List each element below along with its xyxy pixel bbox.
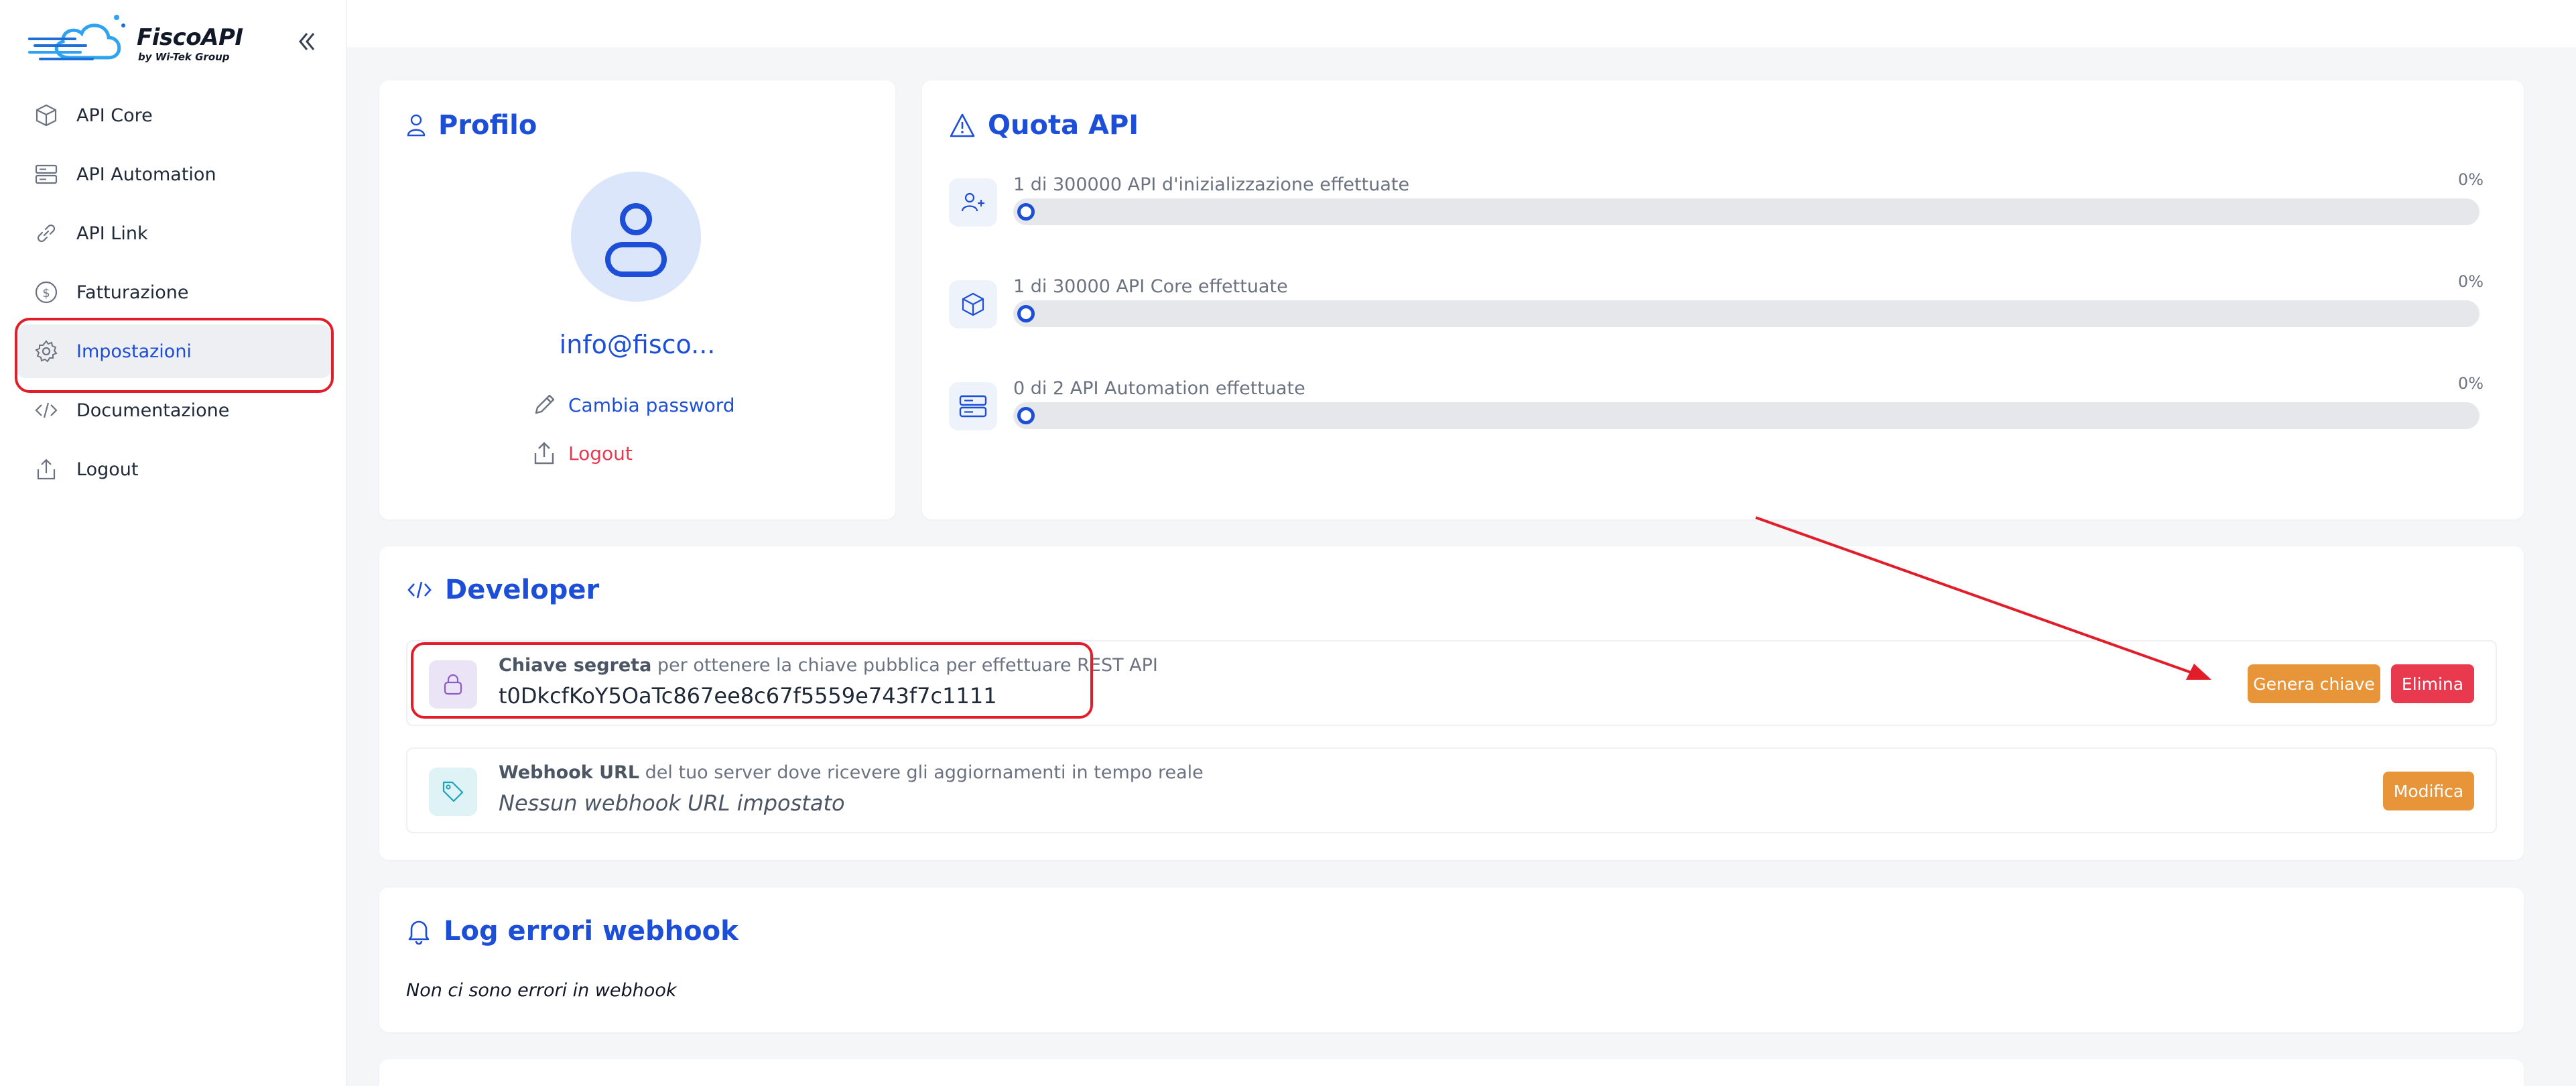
webhook-log-empty-text: Non ci sono errori in webhook <box>406 980 677 1001</box>
cloud-logo-icon <box>28 15 125 60</box>
quota-progress-bar <box>1013 402 2480 429</box>
logo[interactable]: FiscoAPI by Wi-Tek Group <box>28 11 243 71</box>
quota-title: Quota API <box>949 110 1139 141</box>
quota-progress-bar <box>1013 198 2480 225</box>
quota-percent: 0% <box>2457 170 2484 189</box>
quota-progress-knob <box>1017 407 1035 424</box>
generate-key-button[interactable]: Genera chiave <box>2248 664 2380 703</box>
warning-icon <box>950 113 975 137</box>
sidebar-item-label: API Core <box>76 105 153 126</box>
sidebar-nav: API Core API Automation API Link $ Fattu… <box>16 88 331 501</box>
quota-title-text: Quota API <box>988 110 1139 141</box>
upload-icon <box>534 442 554 465</box>
next-card-partial <box>379 1059 2524 1086</box>
logo-title: FiscoAPI <box>137 24 243 51</box>
sidebar-item-label: Logout <box>76 459 139 480</box>
svg-text:$: $ <box>42 286 50 300</box>
profile-title-text: Profilo <box>438 110 537 141</box>
annotation-highlight-impostazioni <box>15 318 334 393</box>
developer-title: Developer <box>406 575 599 605</box>
webhook-log-title: Log errori webhook <box>406 916 738 947</box>
tag-icon <box>429 768 477 816</box>
webhook-url-value: Nessun webhook URL impostato <box>499 790 845 816</box>
annotation-highlight-secret-key <box>411 642 1093 719</box>
sidebar-item-api-automation[interactable]: API Automation <box>16 147 331 201</box>
quota-percent: 0% <box>2457 272 2484 291</box>
pencil-icon <box>535 394 555 414</box>
delete-key-button[interactable]: Elimina <box>2391 664 2474 703</box>
quota-label: 0 di 2 API Automation effettuate <box>1013 378 1305 399</box>
developer-title-text: Developer <box>445 575 600 605</box>
webhook-log-card: Log errori webhook Non ci sono errori in… <box>379 888 2524 1032</box>
code-icon <box>407 581 432 599</box>
bell-icon <box>408 920 430 945</box>
sidebar-item-logout[interactable]: Logout <box>16 442 331 496</box>
collapse-sidebar-button[interactable] <box>294 29 318 54</box>
profile-email: info@fisco... <box>559 330 716 359</box>
quota-label: 1 di 300000 API d'inizializzazione effet… <box>1013 174 1410 195</box>
sidebar: FiscoAPI by Wi-Tek Group API Core API Au… <box>0 0 346 1086</box>
user-plus-icon <box>949 178 997 227</box>
quota-row-automation: 0 di 2 API Automation effettuate 0% <box>949 374 2484 459</box>
code-icon <box>34 398 59 423</box>
quota-label: 1 di 30000 API Core effettuate <box>1013 276 1288 297</box>
link-icon <box>34 221 59 246</box>
sidebar-item-label: API Automation <box>76 164 216 185</box>
quota-row-core: 1 di 30000 API Core effettuate 0% <box>949 272 2484 357</box>
server-icon <box>949 382 997 430</box>
quota-card: Quota API 1 di 300000 API d'inizializzaz… <box>922 80 2524 520</box>
webhook-log-title-text: Log errori webhook <box>444 916 738 947</box>
sidebar-item-api-core[interactable]: API Core <box>16 88 331 142</box>
user-icon <box>407 114 426 137</box>
sidebar-item-fatturazione[interactable]: $ Fatturazione <box>16 265 331 319</box>
avatar <box>571 172 701 302</box>
profile-card: Profilo info@fisco... Cambia password Lo… <box>379 80 895 520</box>
edit-webhook-button[interactable]: Modifica <box>2383 772 2474 810</box>
sidebar-item-label: Fatturazione <box>76 282 189 303</box>
dollar-icon: $ <box>34 280 59 305</box>
profile-title: Profilo <box>406 110 537 141</box>
upload-icon <box>34 457 59 482</box>
webhook-row: Webhook URL del tuo server dove ricevere… <box>406 747 2497 833</box>
server-icon <box>34 162 59 187</box>
change-password-label: Cambia password <box>568 394 735 416</box>
user-avatar-icon <box>605 203 667 277</box>
webhook-caption-rest: del tuo server dove ricevere gli aggiorn… <box>639 762 1204 783</box>
logout-label: Logout <box>568 442 633 465</box>
cube-icon <box>34 103 59 128</box>
quota-progress-knob <box>1017 203 1035 221</box>
cube-icon <box>949 280 997 328</box>
logo-subtitle: by Wi-Tek Group <box>138 51 230 63</box>
sidebar-item-api-link[interactable]: API Link <box>16 206 331 260</box>
change-password-link[interactable]: Cambia password <box>531 391 735 418</box>
double-chevron-left-icon <box>299 33 315 50</box>
logout-link[interactable]: Logout <box>531 440 633 467</box>
sidebar-item-label: Documentazione <box>76 400 230 421</box>
webhook-caption-bold: Webhook URL <box>499 762 640 783</box>
quota-percent: 0% <box>2457 374 2484 393</box>
topbar <box>347 0 2576 48</box>
webhook-caption: Webhook URL del tuo server dove ricevere… <box>499 762 1204 783</box>
quota-progress-bar <box>1013 300 2480 327</box>
quota-row-init: 1 di 300000 API d'inizializzazione effet… <box>949 170 2484 255</box>
sidebar-item-label: API Link <box>76 223 148 244</box>
quota-progress-knob <box>1017 305 1035 322</box>
